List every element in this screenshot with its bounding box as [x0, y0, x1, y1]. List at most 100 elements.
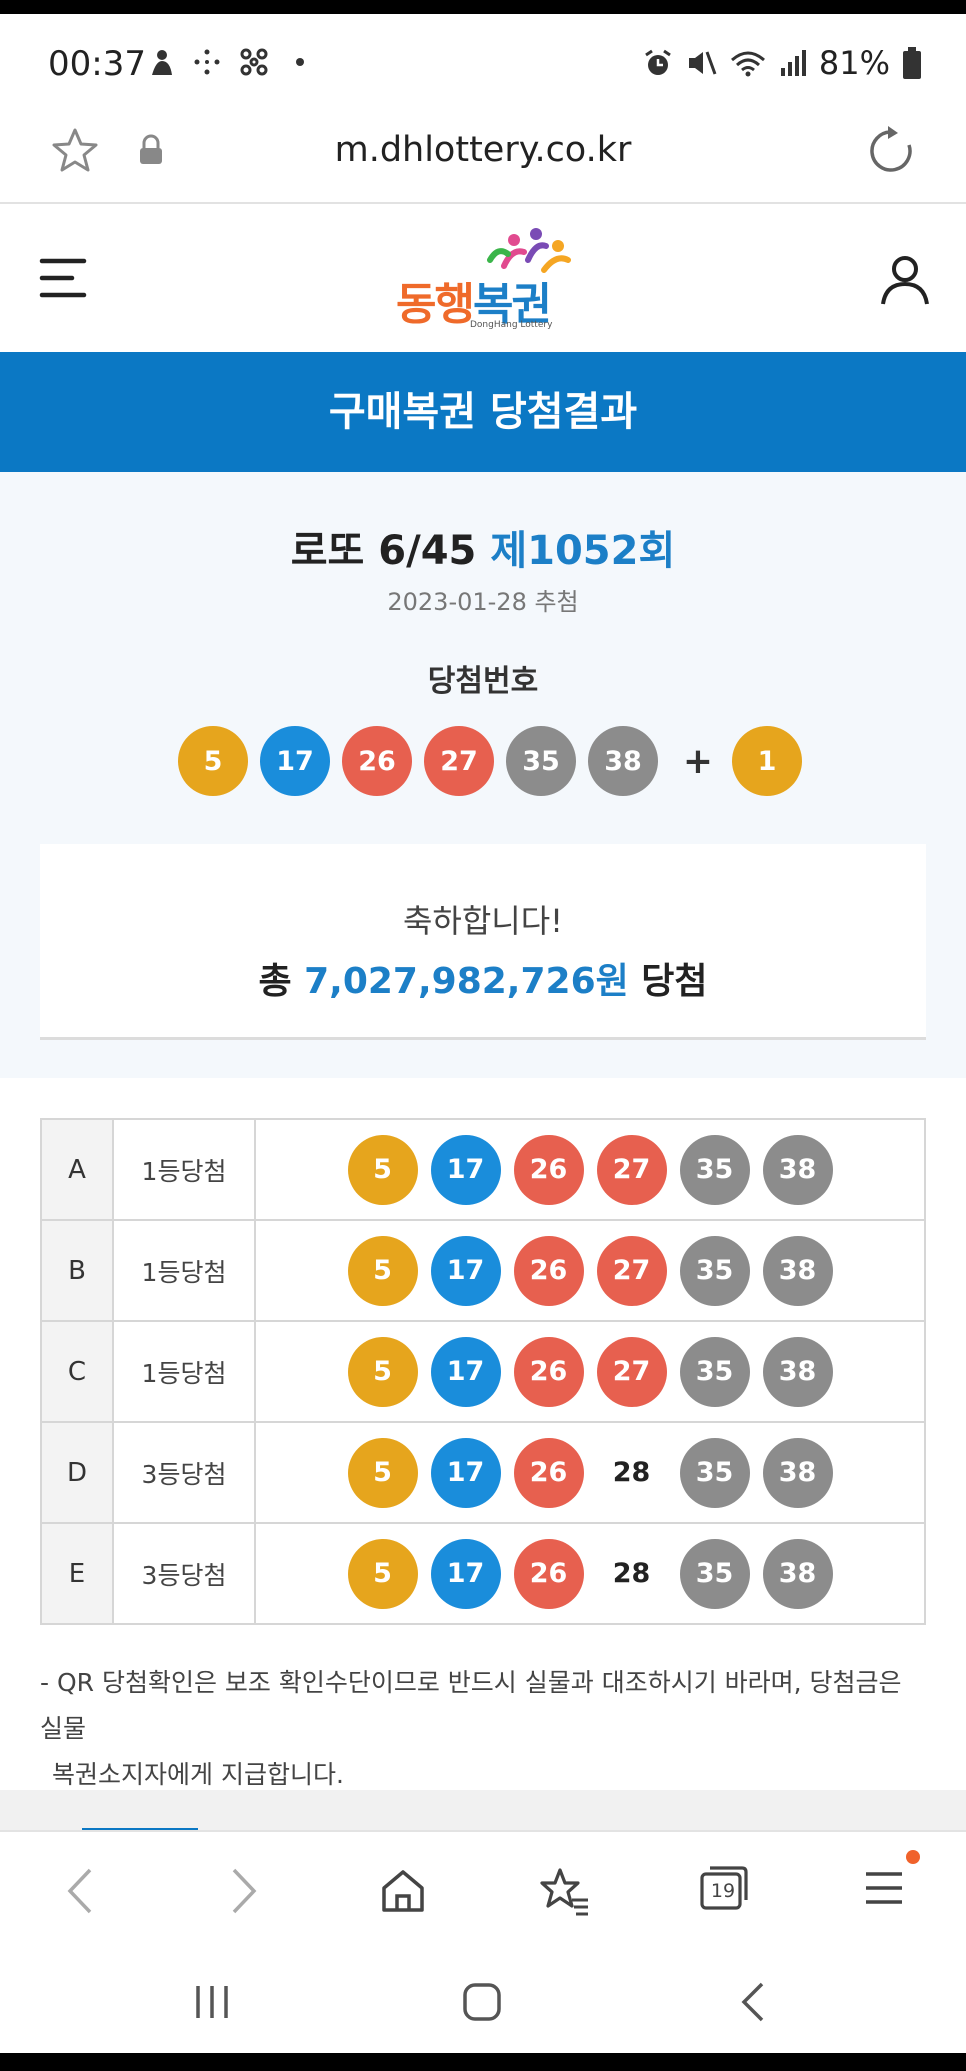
- logo-subtext: DongHang Lottery: [470, 320, 553, 330]
- footer-section: [0, 1790, 966, 1832]
- moon-person-icon: [152, 50, 172, 75]
- forward-icon[interactable]: [226, 1866, 262, 1916]
- matched-ball: 26: [513, 1235, 584, 1306]
- site-header: 동행복권 DongHang Lottery: [0, 206, 966, 352]
- matched-ball: 35: [679, 1336, 750, 1407]
- matched-ball: 35: [679, 1437, 750, 1508]
- site-logo[interactable]: 동행복권 DongHang Lottery: [394, 226, 574, 336]
- matched-ball: 17: [430, 1437, 501, 1508]
- prize-amount: 7,027,982,726원: [304, 961, 629, 1002]
- plus-sign: +: [682, 740, 714, 782]
- congrats-message: 축하합니다!: [402, 902, 564, 940]
- ticket-game-id: E: [40, 1522, 114, 1625]
- matched-ball: 5: [347, 1538, 418, 1609]
- menu-lines-icon: [866, 1872, 902, 1904]
- browser-toolbar: 19: [0, 1830, 966, 1946]
- hamburger-menu-icon[interactable]: [38, 256, 88, 300]
- matched-ball: 38: [762, 1134, 833, 1205]
- matched-ball: 38: [762, 1437, 833, 1508]
- draw-info-section: 로또 6/45 제1052회 2023-01-28 추첨 당첨번호 5 17 26 2…: [0, 472, 966, 1078]
- draw-date: 2023-01-28 추첨: [387, 588, 579, 616]
- matched-ball: 26: [513, 1336, 584, 1407]
- ticket-rank: 1등당첨: [112, 1118, 256, 1221]
- matched-ball: 5: [347, 1336, 418, 1407]
- total-prize: 총 7,027,982,726원 당첨: [258, 961, 708, 1002]
- matched-ball: 35: [679, 1538, 750, 1609]
- winning-ball: 35: [506, 726, 576, 796]
- unmatched-number: 28: [612, 1457, 651, 1488]
- winning-ball: 5: [178, 726, 248, 796]
- disclaimer-note: - QR 당첨확인은 보조 확인수단이므로 반드시 실물과 대조하시기 바라며,…: [40, 1668, 902, 1789]
- matched-ball: 27: [596, 1336, 667, 1407]
- mute-icon: [688, 51, 717, 75]
- matched-ball: 35: [679, 1134, 750, 1205]
- winning-ball: 27: [424, 726, 494, 796]
- recent-apps-icon[interactable]: [190, 1980, 234, 2024]
- ticket-numbers: 5 17 26 28 35 38: [254, 1522, 926, 1625]
- status-right-icons: 81%: [643, 44, 922, 82]
- system-home-icon[interactable]: [460, 1980, 504, 2024]
- table-row: E 3등당첨 5 17 26 28 35 38: [40, 1522, 926, 1625]
- matched-ball: 17: [430, 1538, 501, 1609]
- browser-menu-button[interactable]: [862, 1850, 920, 1914]
- bottom-black-edge: [0, 2053, 966, 2071]
- molecule-icon: [240, 48, 268, 76]
- top-black-edge: [0, 0, 966, 14]
- matched-ball: 17: [430, 1235, 501, 1306]
- home-icon[interactable]: [378, 1866, 428, 1916]
- table-row: B 1등당첨 5 17 26 27 35 38: [40, 1219, 926, 1322]
- winning-numbers-label: 당첨번호: [427, 664, 539, 699]
- unmatched-number: 28: [612, 1558, 651, 1589]
- ticket-numbers: 5 17 26 28 35 38: [254, 1421, 926, 1524]
- tabs-button[interactable]: 19: [698, 1862, 750, 1918]
- winning-numbers: 5 17 26 27 35 38 +1: [178, 726, 814, 796]
- matched-ball: 5: [347, 1437, 418, 1508]
- winning-ball: 17: [260, 726, 330, 796]
- status-left-icons: [148, 46, 304, 78]
- ticket-game-id: D: [40, 1421, 114, 1524]
- bookmarks-icon[interactable]: [538, 1866, 592, 1916]
- matched-ball: 5: [347, 1235, 418, 1306]
- wifi-icon: [730, 51, 765, 77]
- ticket-numbers: 5 17 26 27 35 38: [254, 1219, 926, 1322]
- ticket-numbers: 5 17 26 27 35 38: [254, 1320, 926, 1423]
- system-nav-bar: [0, 1946, 966, 2053]
- ticket-numbers: 5 17 26 27 35 38: [254, 1118, 926, 1221]
- url-text[interactable]: m.dhlottery.co.kr: [0, 130, 966, 170]
- ticket-rank: 3등당첨: [112, 1522, 256, 1625]
- matched-ball: 17: [430, 1134, 501, 1205]
- winning-ball: 26: [342, 726, 412, 796]
- winning-ball: 38: [588, 726, 658, 796]
- status-time: 00:37: [48, 44, 146, 84]
- draw-title: 로또 6/45 제1052회: [290, 528, 676, 574]
- ticket-results-table: A 1등당첨 5 17 26 27 35 38 B 1등당첨 5 17 26 27 35 38 C 1등당첨 5 17…: [40, 1118, 926, 1625]
- ticket-game-id: C: [40, 1320, 114, 1423]
- ticket-rank: 1등당첨: [112, 1219, 256, 1322]
- table-row: D 3등당첨 5 17 26 28 35 38: [40, 1421, 926, 1524]
- user-account-icon[interactable]: [878, 252, 932, 306]
- status-bar: 00:37 81%: [0, 14, 966, 110]
- reload-icon[interactable]: [866, 126, 916, 176]
- signal-icon: [780, 50, 806, 76]
- bonus-ball: 1: [732, 726, 802, 796]
- table-row: A 1등당첨 5 17 26 27 35 38: [40, 1118, 926, 1221]
- matched-ball: 26: [513, 1437, 584, 1508]
- menu-badge-dot: [906, 1850, 920, 1864]
- tabs-count: 19: [710, 1880, 736, 1902]
- ticket-game-id: B: [40, 1219, 114, 1322]
- system-back-icon[interactable]: [738, 1980, 768, 2024]
- phone-screen: 00:37 81% m.dhlottery.co.kr 동행복권 DongHan…: [0, 0, 966, 2071]
- alarm-icon: [645, 49, 671, 75]
- matched-ball: 5: [347, 1134, 418, 1205]
- page-banner-title: 구매복권 당첨결과: [0, 352, 966, 472]
- matched-ball: 38: [762, 1538, 833, 1609]
- matched-ball: 27: [596, 1134, 667, 1205]
- battery-icon: [903, 47, 921, 79]
- matched-ball: 17: [430, 1336, 501, 1407]
- battery-percent: 81%: [818, 44, 890, 82]
- matched-ball: 38: [762, 1336, 833, 1407]
- ticket-game-id: A: [40, 1118, 114, 1221]
- congrats-box: 축하합니다! 총 7,027,982,726원 당첨: [40, 844, 926, 1040]
- matched-ball: 26: [513, 1538, 584, 1609]
- back-icon[interactable]: [62, 1866, 98, 1916]
